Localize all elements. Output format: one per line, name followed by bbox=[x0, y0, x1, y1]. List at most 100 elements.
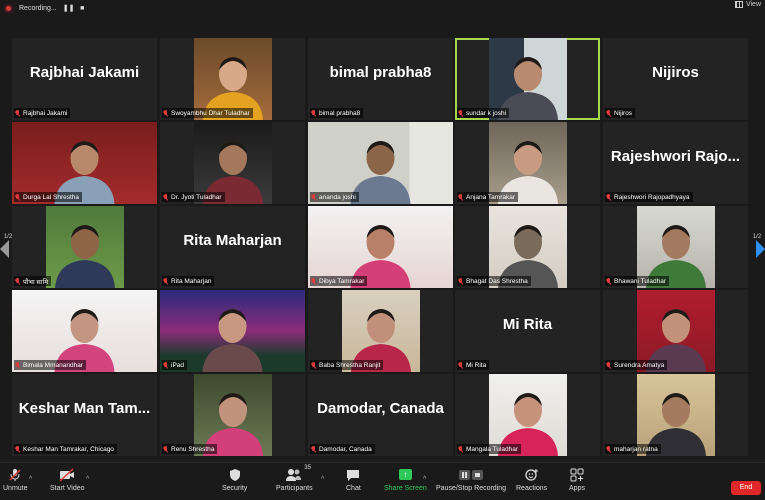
participant-tile[interactable]: Durga Lal Shrestha bbox=[12, 122, 157, 204]
participant-name-tag: Mangala Tuladhar bbox=[457, 444, 522, 454]
participant-name: Bhagat Das Shrestha bbox=[466, 277, 528, 285]
participant-tile[interactable]: ananda joshi bbox=[308, 122, 453, 204]
muted-mic-icon bbox=[458, 445, 464, 453]
pause-stop-recording-button[interactable]: Pause/Stop Recording bbox=[436, 467, 506, 492]
participant-name: iPad bbox=[171, 361, 185, 369]
participant-tile[interactable]: Bhagat Das Shrestha bbox=[455, 206, 600, 288]
muted-mic-icon bbox=[163, 277, 169, 285]
participant-tile[interactable]: Damodar, Canada Damodar, Canada bbox=[308, 374, 453, 456]
participants-button[interactable]: 35 Participants bbox=[276, 465, 313, 492]
security-button[interactable]: Security bbox=[222, 467, 247, 492]
muted-mic-icon bbox=[458, 109, 464, 117]
stop-recording-icon[interactable]: ■ bbox=[78, 4, 87, 13]
participant-tile[interactable]: पौभा सामि bbox=[12, 206, 157, 288]
participant-name: Swoyambhu Dhar Tuladhar bbox=[171, 109, 250, 117]
share-options-caret-icon[interactable]: ^ bbox=[423, 476, 426, 483]
end-meeting-button[interactable]: End bbox=[731, 481, 761, 495]
participant-name: Mi Rita bbox=[466, 361, 487, 369]
participant-tile[interactable]: Bimala Mmanandhar bbox=[12, 290, 157, 372]
participant-tile[interactable]: sundar k joshi bbox=[455, 38, 600, 120]
participant-name-tag: Nijiros bbox=[605, 108, 636, 118]
muted-microphone-icon bbox=[8, 467, 22, 483]
participant-name: Nijiros bbox=[614, 109, 633, 117]
muted-mic-icon bbox=[15, 109, 21, 117]
participant-tile[interactable]: Renu Shrestha bbox=[160, 374, 305, 456]
chat-button[interactable]: Chat bbox=[346, 467, 361, 492]
participant-name: Anjana Tamrakar bbox=[466, 193, 516, 201]
participant-tile[interactable]: iPad bbox=[160, 290, 305, 372]
participant-name-tag: Rajeshwori Rajopadhyaya bbox=[605, 192, 693, 202]
muted-mic-icon bbox=[163, 361, 169, 369]
previous-page-arrow-icon[interactable] bbox=[0, 240, 9, 258]
participant-tile[interactable]: Dibya Tamrakar bbox=[308, 206, 453, 288]
participant-name-tag: Rajbhai Jakami bbox=[14, 108, 71, 118]
view-button[interactable]: View bbox=[734, 1, 761, 8]
participant-tile[interactable]: Dr. Jyoti Tuladhar bbox=[160, 122, 305, 204]
meeting-toolbar: Unmute ^ Start Video ^ Security 35 Parti… bbox=[0, 462, 765, 500]
participant-name-tag: Surendra Amatya bbox=[605, 360, 668, 370]
muted-mic-icon bbox=[311, 109, 317, 117]
smiley-plus-icon bbox=[524, 467, 539, 483]
chat-bubble-icon bbox=[346, 467, 360, 483]
participant-video bbox=[46, 206, 124, 288]
apps-label: Apps bbox=[569, 485, 585, 492]
unmute-button[interactable]: Unmute bbox=[3, 467, 28, 492]
participant-name: Baba Shrestha Ranjit bbox=[319, 361, 381, 369]
participant-tile[interactable]: Surendra Amatya bbox=[603, 290, 748, 372]
pause-recording-icon[interactable]: ❚❚ bbox=[63, 4, 75, 13]
apps-button[interactable]: Apps bbox=[569, 467, 585, 492]
participant-tile[interactable]: Swoyambhu Dhar Tuladhar bbox=[160, 38, 305, 120]
start-video-label: Start Video bbox=[50, 485, 85, 492]
participant-name: Rajeshwori Rajopadhyaya bbox=[614, 193, 690, 201]
next-page-arrow-icon[interactable] bbox=[756, 240, 765, 258]
participant-name-tag: Renu Shrestha bbox=[162, 444, 218, 454]
participant-tile[interactable]: Nijiros Nijiros bbox=[603, 38, 748, 120]
share-screen-button[interactable]: ↑ Share Screen bbox=[384, 467, 427, 492]
participant-tile[interactable]: Rajeshwori Rajo... Rajeshwori Rajopadhyay… bbox=[603, 122, 748, 204]
unmute-label: Unmute bbox=[3, 485, 28, 492]
muted-mic-icon bbox=[606, 109, 612, 117]
participant-tile[interactable]: Anjana Tamrakar bbox=[455, 122, 600, 204]
participant-name: Damodar, Canada bbox=[319, 445, 372, 453]
muted-mic-icon bbox=[15, 445, 21, 453]
muted-mic-icon bbox=[163, 109, 169, 117]
participant-tile[interactable]: Mangala Tuladhar bbox=[455, 374, 600, 456]
participant-name: Mangala Tuladhar bbox=[466, 445, 519, 453]
muted-mic-icon bbox=[606, 277, 612, 285]
page-indicator-right: 1/2 bbox=[752, 234, 762, 240]
shield-icon bbox=[229, 467, 241, 483]
participant-name-tag: bimal prabha8 bbox=[310, 108, 364, 118]
video-off-icon bbox=[59, 467, 75, 483]
participant-name-tag: Durga Lal Shrestha bbox=[14, 192, 83, 202]
muted-mic-icon bbox=[163, 445, 169, 453]
participant-tile[interactable]: Keshar Man Tam... Keshar Man Tamrakar, Ch… bbox=[12, 374, 157, 456]
participant-name: Dibya Tamrakar bbox=[319, 277, 365, 285]
participant-tile[interactable]: Baba Shrestha Ranjit bbox=[308, 290, 453, 372]
participant-tile[interactable]: Mi Rita Mi Rita bbox=[455, 290, 600, 372]
participant-name-tag: Rita Maharjan bbox=[162, 276, 215, 286]
top-bar: Recording... ❚❚ ■ View bbox=[0, 0, 765, 16]
video-options-caret-icon[interactable]: ^ bbox=[86, 476, 89, 483]
reactions-button[interactable]: Reactions bbox=[516, 467, 547, 492]
reactions-label: Reactions bbox=[516, 485, 548, 492]
participants-options-caret-icon[interactable]: ^ bbox=[321, 476, 324, 483]
participant-name: Renu Shrestha bbox=[171, 445, 215, 453]
view-label: View bbox=[745, 1, 761, 8]
muted-mic-icon bbox=[15, 361, 21, 369]
participant-name-tag: Bhawani Tuladhar bbox=[605, 276, 670, 286]
participant-tile[interactable]: Bhawani Tuladhar bbox=[603, 206, 748, 288]
participant-tile[interactable]: Rajbhai Jakami Rajbhai Jakami bbox=[12, 38, 157, 120]
start-video-button[interactable]: Start Video bbox=[50, 467, 85, 492]
muted-mic-icon bbox=[311, 277, 317, 285]
muted-mic-icon bbox=[163, 193, 169, 201]
gallery-view: 1/2 1/2 Rajbhai Jakami Rajbhai Jakami Swoy… bbox=[0, 16, 765, 462]
participant-tile[interactable]: bimal prabha8 bimal prabha8 bbox=[308, 38, 453, 120]
participant-name-tag: Swoyambhu Dhar Tuladhar bbox=[162, 108, 253, 118]
participant-display-name: Rajbhai Jakami bbox=[29, 64, 140, 81]
audio-options-caret-icon[interactable]: ^ bbox=[29, 476, 32, 483]
participant-name: Durga Lal Shrestha bbox=[23, 193, 80, 201]
participant-tile[interactable]: Rita Maharjan Rita Maharjan bbox=[160, 206, 305, 288]
participant-tile[interactable]: maharjan ratna bbox=[603, 374, 748, 456]
participants-count: 35 bbox=[304, 465, 311, 471]
muted-mic-icon bbox=[606, 361, 612, 369]
